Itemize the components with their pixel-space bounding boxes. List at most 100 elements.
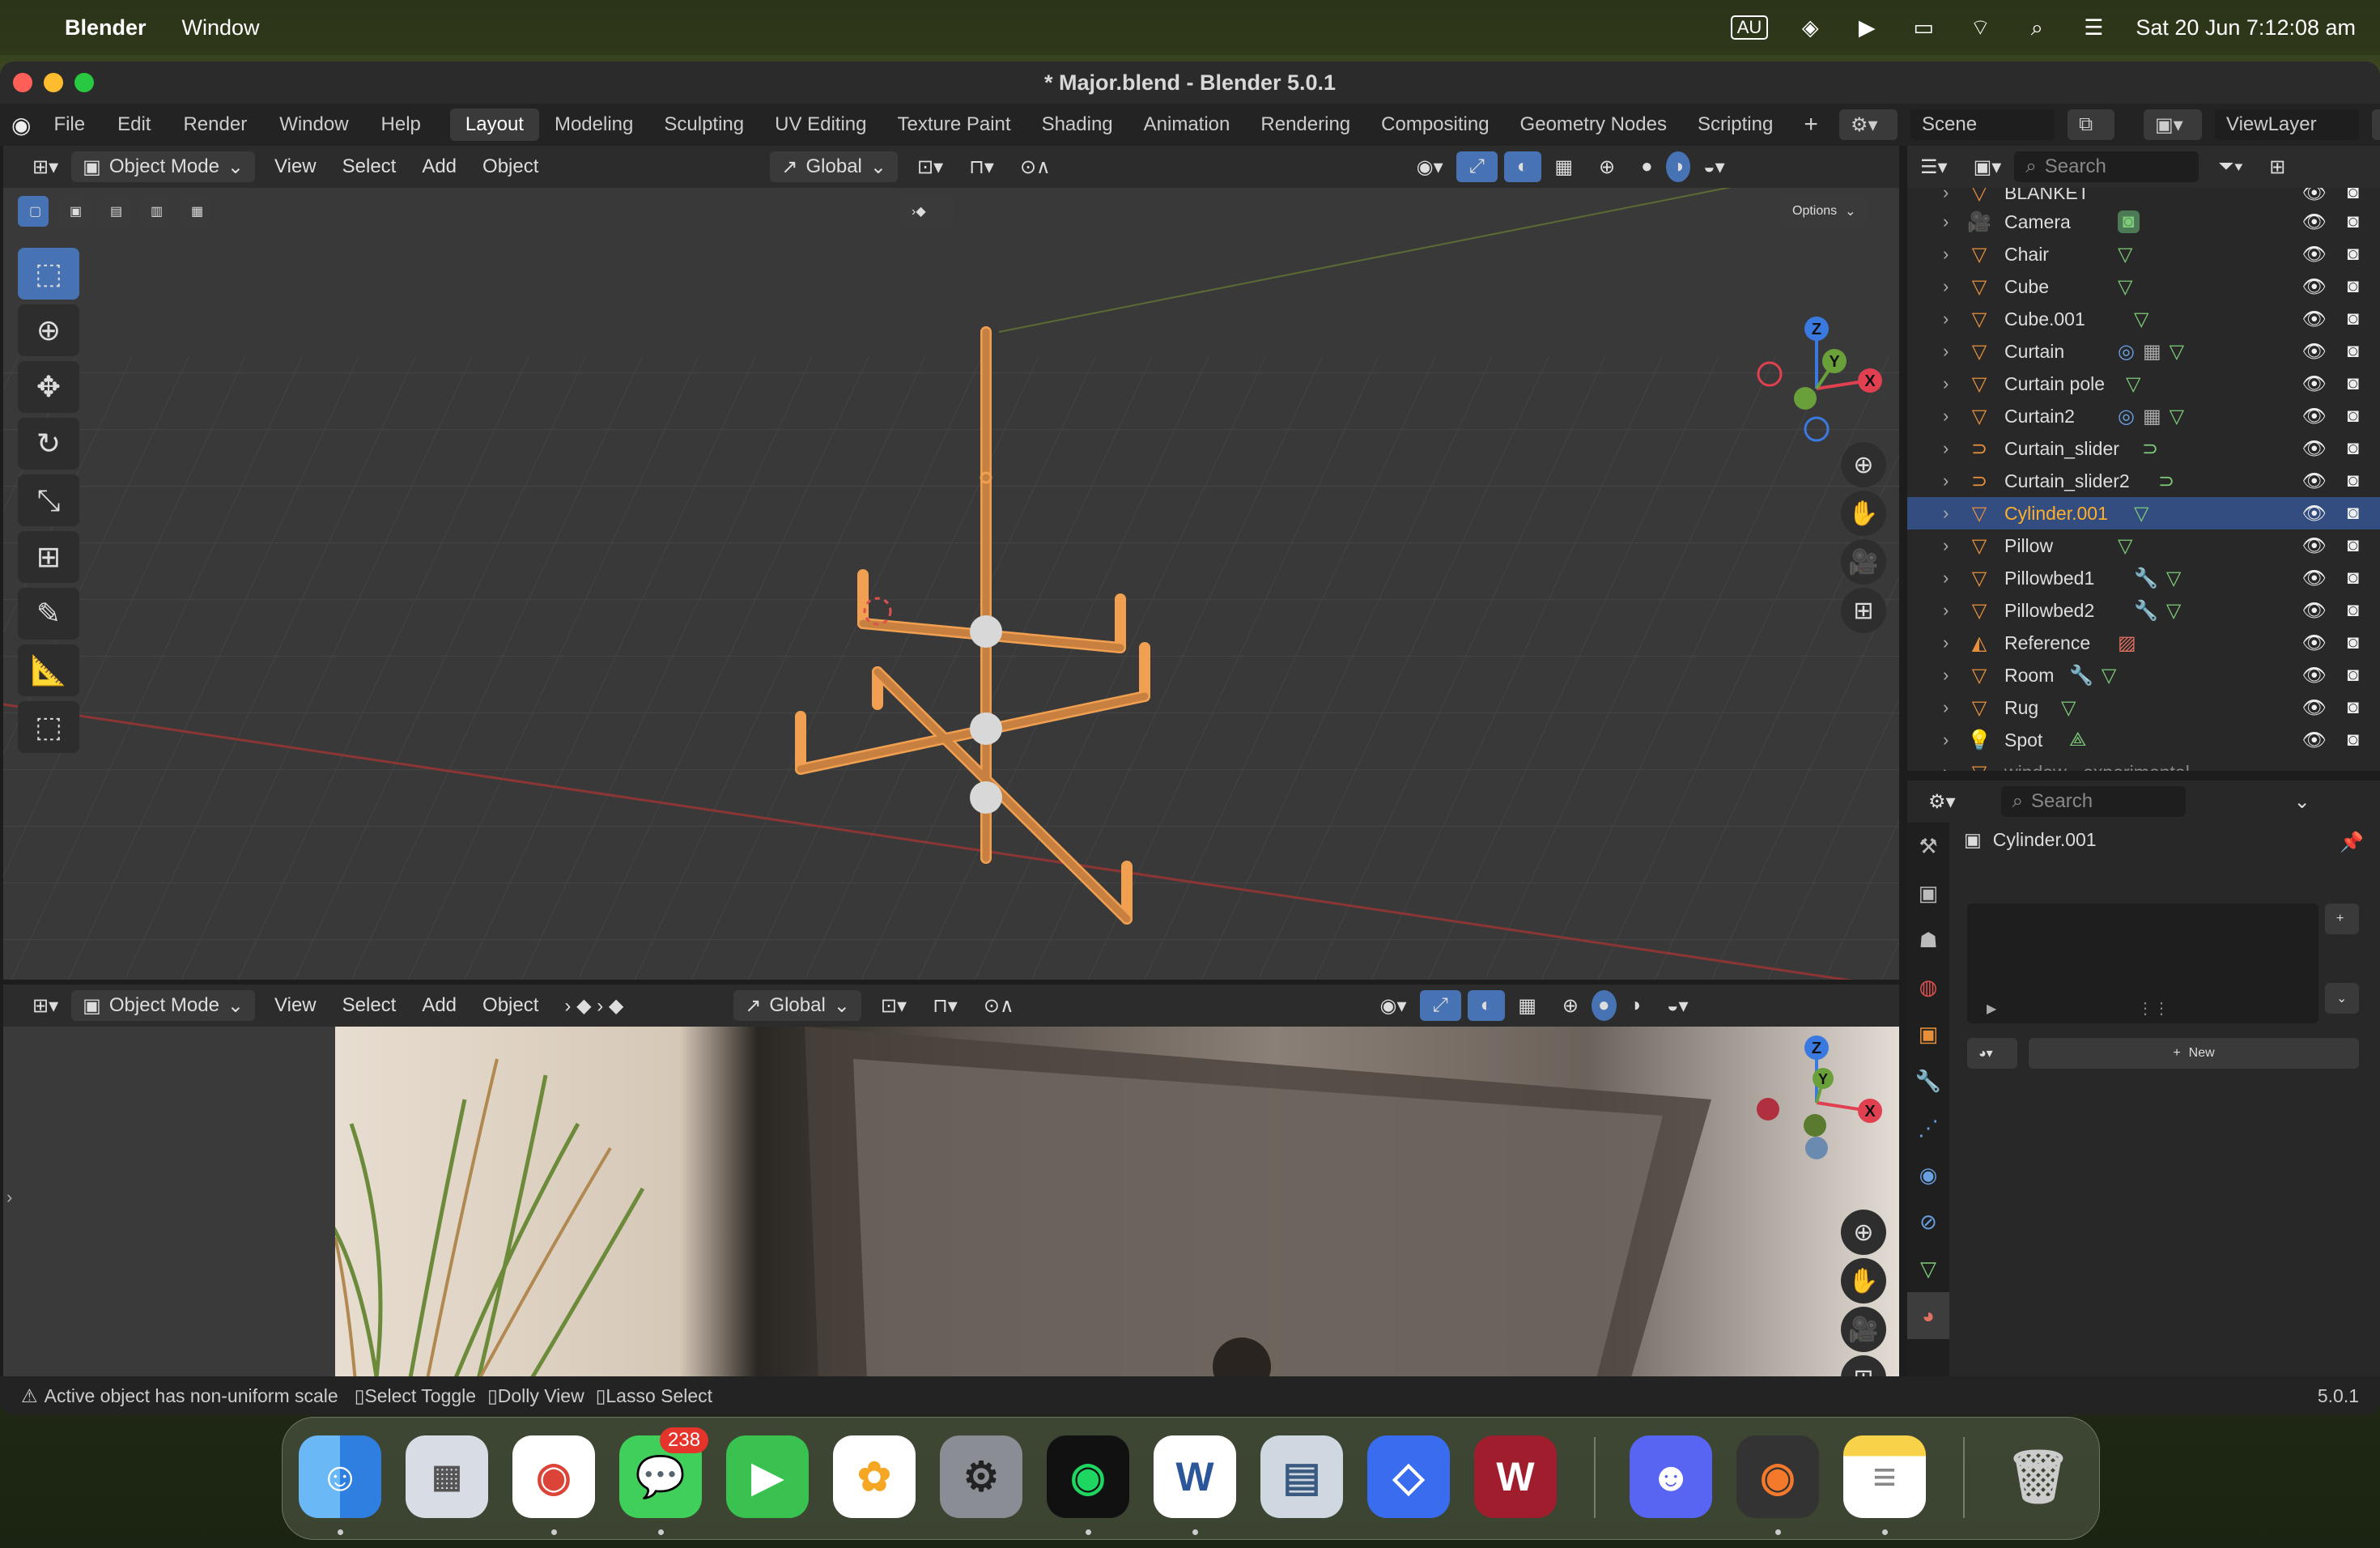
- expand-chevron-icon[interactable]: ›: [1943, 406, 1967, 427]
- select-extend-icon[interactable]: ▣: [58, 196, 89, 227]
- pin-icon[interactable]: 📌: [2340, 831, 2364, 854]
- wb-app-icon[interactable]: W: [1474, 1435, 1557, 1518]
- outliner-item-chair[interactable]: › ▽ Chair ▽ 👁 ◙: [1907, 238, 2380, 270]
- expand-chevron-icon[interactable]: ›: [1943, 762, 1967, 771]
- eye-icon[interactable]: 👁: [2302, 243, 2327, 266]
- curve-data-icon[interactable]: ⊃: [2142, 437, 2158, 461]
- mesh-data-icon[interactable]: ▽: [2126, 372, 2140, 396]
- tab-shading[interactable]: Shading: [1026, 108, 1128, 141]
- expand-chevron-icon[interactable]: ›: [1943, 568, 1967, 589]
- browse-material-icon[interactable]: ◕▾: [1967, 1038, 2017, 1069]
- particles-icon[interactable]: ▦: [2143, 405, 2161, 428]
- tab-compositing[interactable]: Compositing: [1366, 108, 1504, 141]
- camera-render-icon[interactable]: ◙: [2348, 470, 2360, 492]
- tab-scripting[interactable]: Scripting: [1682, 108, 1788, 141]
- overlay-toggle-icon[interactable]: ◐: [1467, 990, 1506, 1021]
- mesh-data-icon[interactable]: ▽: [2166, 599, 2181, 623]
- particles-icon[interactable]: ▦: [2143, 340, 2161, 364]
- new-collection-icon[interactable]: ⊞: [2256, 151, 2298, 182]
- viewport-menu-view[interactable]: View: [261, 990, 329, 1021]
- eye-icon[interactable]: 👁: [2302, 470, 2327, 493]
- snap-icon[interactable]: ⊓▾: [956, 151, 1007, 182]
- viewport-menu-object[interactable]: Object: [470, 151, 551, 182]
- camera-render-icon[interactable]: ◙: [2348, 534, 2360, 557]
- eye-icon[interactable]: 👁: [2302, 188, 2327, 205]
- select-intersect-icon[interactable]: ▦: [180, 196, 210, 227]
- material-slot-list[interactable]: ▶ ⋮⋮: [1967, 904, 2318, 1023]
- tab-sculpting[interactable]: Sculpting: [648, 108, 759, 141]
- mesh-data-icon[interactable]: ▽: [2134, 308, 2148, 331]
- new-viewlayer-icon[interactable]: ⧉: [2372, 109, 2380, 140]
- collection-breadcrumb-icon[interactable]: › ◆ › ◆: [551, 990, 636, 1021]
- outliner-item-pillow[interactable]: › ▽ Pillow ▽ 👁 ◙: [1907, 529, 2380, 562]
- eye-icon[interactable]: 👁: [2302, 599, 2327, 623]
- spotlight-search-icon[interactable]: ⌕: [2022, 15, 2051, 40]
- measure-tool-icon[interactable]: 📐: [18, 644, 79, 696]
- eye-icon[interactable]: 👁: [2302, 405, 2327, 428]
- roblox-icon[interactable]: ◇: [1367, 1435, 1450, 1518]
- shading-material-icon[interactable]: ◑: [1617, 990, 1655, 1021]
- shading-material-icon[interactable]: ◑: [1665, 151, 1691, 182]
- photos-icon[interactable]: ✿: [833, 1435, 916, 1518]
- outliner-item-cube[interactable]: › ▽ Cube ▽ 👁 ◙: [1907, 270, 2380, 303]
- outliner-item-curtain-pole[interactable]: › ▽ Curtain pole ▽ 👁 ◙: [1907, 368, 2380, 400]
- tab-tool-icon[interactable]: ⚒: [1907, 823, 1949, 870]
- camera-render-icon[interactable]: ◙: [2348, 275, 2360, 298]
- expand-triangle-icon[interactable]: ▶: [1987, 1001, 1996, 1017]
- eye-icon[interactable]: 👁: [2302, 632, 2327, 655]
- minimize-window-button[interactable]: [44, 73, 63, 92]
- scale-tool-icon[interactable]: ⤡: [18, 474, 79, 526]
- eye-icon[interactable]: 👁: [2302, 372, 2327, 396]
- outliner-item-pillowbed2[interactable]: › ▽ Pillowbed2 🔧 ▽ 👁 ◙: [1907, 594, 2380, 627]
- expand-chevron-icon[interactable]: ›: [1943, 373, 1967, 394]
- camera-view-icon[interactable]: 🎥: [1841, 539, 1886, 585]
- mesh-data-icon[interactable]: ▽: [2118, 534, 2132, 558]
- tab-constraints-icon[interactable]: ⊘: [1907, 1198, 1949, 1245]
- expand-chevron-icon[interactable]: ›: [1943, 438, 1967, 459]
- outliner-search-input[interactable]: ⌕ Search: [2014, 151, 2199, 182]
- annotate-tool-icon[interactable]: ✎: [18, 588, 79, 640]
- viewport-bottom[interactable]: ⊞▾ ▣ Object Mode ⌄ View Select Add Object …: [3, 985, 1899, 1415]
- properties-editor-type-icon[interactable]: ⚙▾: [1915, 786, 1969, 817]
- discord-icon[interactable]: ☻: [1630, 1435, 1712, 1518]
- eye-icon[interactable]: 👁: [2302, 696, 2327, 720]
- viewport-menu-add[interactable]: Add: [409, 151, 470, 182]
- zoom-icon[interactable]: ⊕: [1841, 1210, 1886, 1255]
- blender-dock-icon[interactable]: ◉: [1736, 1435, 1819, 1518]
- properties-search-input[interactable]: ⌕ Search: [2000, 786, 2186, 817]
- location-icon[interactable]: ◈: [1796, 15, 1825, 40]
- transform-orientation-dropdown[interactable]: ↗ Global ⌄: [770, 151, 898, 182]
- expand-chevron-icon[interactable]: ›: [1943, 276, 1967, 297]
- shading-solid-icon[interactable]: ●: [1592, 990, 1617, 1021]
- tab-material-icon[interactable]: ◕: [1907, 1292, 1949, 1339]
- now-playing-icon[interactable]: ▶: [1852, 15, 1881, 40]
- proportional-edit-icon[interactable]: ⊙∧: [1007, 151, 1064, 182]
- tab-physics-icon[interactable]: ◉: [1907, 1151, 1949, 1198]
- input-source-indicator[interactable]: AU: [1730, 15, 1769, 40]
- viewlayer-selector-button[interactable]: ▣▾: [2144, 109, 2202, 140]
- mesh-data-icon[interactable]: ▽: [2118, 275, 2132, 299]
- gizmo-toggle-icon[interactable]: ⤢: [1419, 990, 1461, 1021]
- tab-geometry-nodes[interactable]: Geometry Nodes: [1505, 108, 1682, 141]
- tab-animation[interactable]: Animation: [1128, 108, 1246, 141]
- menubar-app-name[interactable]: Blender: [65, 15, 147, 40]
- image-data-icon[interactable]: ▨: [2118, 632, 2136, 655]
- outliner-item-cylinder-001[interactable]: › ▽ Cylinder.001 ▽ 👁 ◙: [1907, 497, 2380, 529]
- outliner-item-spot[interactable]: › 💡 Spot ⟁ 👁 ◙: [1907, 724, 2380, 756]
- material-specials-menu-icon[interactable]: ⌄: [2325, 983, 2359, 1014]
- collection-breadcrumb-icon[interactable]: ›◆: [900, 196, 955, 227]
- move-tool-icon[interactable]: ✥: [18, 361, 79, 413]
- visibility-icon[interactable]: ◉▾: [1367, 990, 1420, 1021]
- scene-selector-button[interactable]: ⚙▾: [1839, 109, 1898, 140]
- camera-render-icon[interactable]: ◙: [2348, 567, 2360, 589]
- expand-chevron-icon[interactable]: ›: [1943, 308, 1967, 330]
- camera-render-icon[interactable]: ◙: [2348, 243, 2360, 266]
- new-material-button[interactable]: + New: [2029, 1038, 2359, 1069]
- battery-icon[interactable]: ▭: [1909, 15, 1938, 40]
- pivot-point-icon[interactable]: ⊡▾: [868, 990, 920, 1021]
- outliner-item-rug[interactable]: › ▽ Rug ▽ 👁 ◙: [1907, 691, 2380, 724]
- expand-chevron-icon[interactable]: ›: [1943, 211, 1967, 232]
- menu-window[interactable]: Window: [263, 113, 364, 136]
- visibility-icon[interactable]: ◉▾: [1404, 151, 1456, 182]
- menu-file[interactable]: File: [37, 113, 101, 136]
